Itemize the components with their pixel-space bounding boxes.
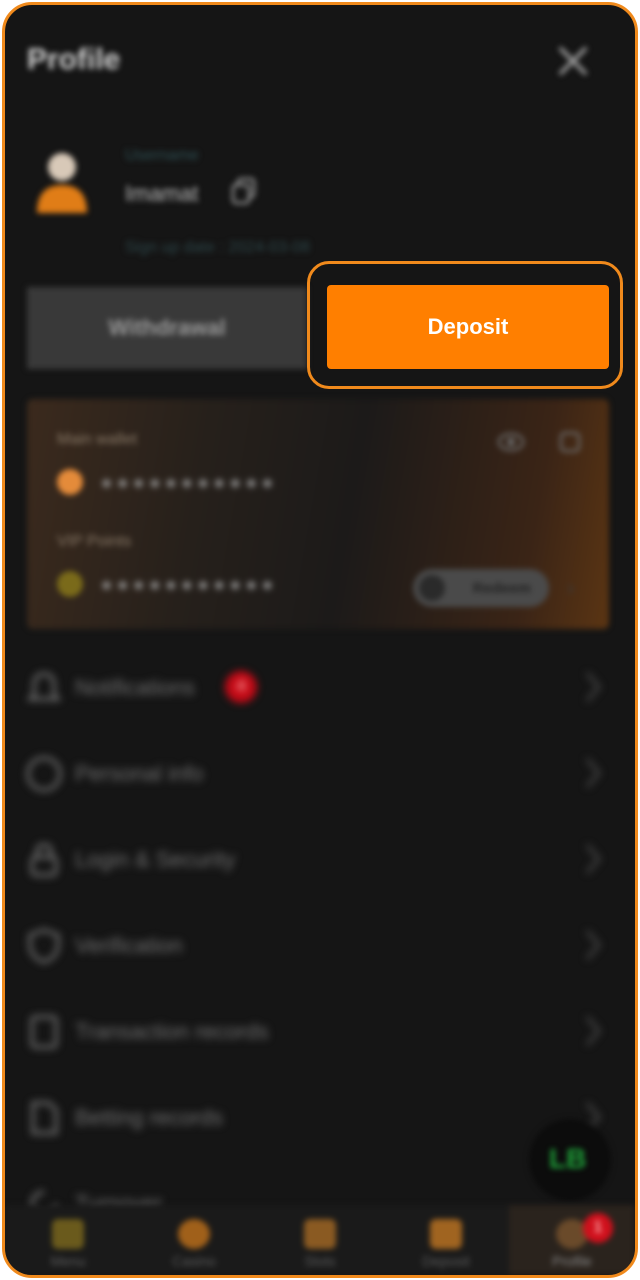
chevron-right-icon — [585, 672, 601, 702]
slots-icon — [304, 1219, 336, 1249]
notification-badge: 4 — [225, 671, 257, 703]
shield-icon — [28, 928, 60, 964]
tab-label: Casino — [172, 1253, 216, 1269]
vip-coin-icon — [57, 571, 83, 597]
tab-label: Slots — [304, 1253, 336, 1269]
document-icon — [31, 1101, 58, 1135]
coin-icon — [57, 469, 83, 495]
receipt-icon — [30, 1015, 58, 1049]
menu-item-transaction-records[interactable]: Transaction records — [5, 991, 635, 1077]
tab-casino[interactable]: Casino — [131, 1205, 257, 1275]
menu-item-notifications[interactable]: Notifications 4 — [5, 647, 635, 733]
bottom-tab-bar: Menu Casino Slots Deposit Profile 1 — [5, 1205, 635, 1275]
wallet-card: Main wallet ∗∗∗∗∗∗∗∗∗∗∗ VIP Points ∗∗∗∗∗… — [27, 399, 609, 629]
menu-item-verification[interactable]: Verification — [5, 905, 635, 991]
tab-label: Menu — [50, 1253, 86, 1269]
main-wallet-balance: ∗∗∗∗∗∗∗∗∗∗∗ — [99, 473, 276, 493]
float-button-label: LB — [549, 1143, 586, 1175]
tab-profile[interactable]: Profile 1 — [509, 1205, 635, 1275]
chevron-right-icon[interactable]: › — [567, 575, 574, 601]
chevron-right-icon — [585, 844, 601, 874]
close-icon[interactable] — [553, 41, 593, 81]
menu-item-label: Betting records — [75, 1105, 223, 1130]
tab-menu[interactable]: Menu — [5, 1205, 131, 1275]
tab-slots[interactable]: Slots — [257, 1205, 383, 1275]
withdrawal-button[interactable]: Withdrawal — [27, 287, 307, 369]
tab-label: Profile — [552, 1253, 592, 1269]
signup-date: Sign up date : 2024-03-08 — [125, 239, 311, 256]
chevron-right-icon — [585, 1016, 601, 1046]
page-title: Profile — [27, 43, 121, 76]
menu-item-label: Verification — [75, 933, 183, 958]
menu-item-label: Transaction records — [75, 1019, 269, 1044]
vip-points-balance: ∗∗∗∗∗∗∗∗∗∗∗ — [99, 575, 276, 595]
username-label: Username — [125, 147, 199, 164]
user-card-icon — [26, 756, 62, 792]
vip-points-label: VIP Points — [57, 533, 132, 550]
refresh-icon[interactable] — [557, 429, 583, 455]
casino-icon — [178, 1219, 210, 1249]
chevron-right-icon — [585, 758, 601, 788]
menu-icon — [52, 1219, 84, 1249]
deposit-button[interactable]: Deposit — [327, 285, 609, 369]
bell-icon — [26, 672, 62, 701]
menu-item-label: Login & Security — [75, 847, 236, 872]
main-wallet-label: Main wallet — [57, 431, 138, 448]
wallet-icon — [430, 1219, 462, 1249]
menu-item-login-security[interactable]: Login & Security — [5, 819, 635, 905]
redeem-label: Redeem — [472, 579, 531, 597]
profile-panel: Profile Username Imamat Sign up date : 2… — [2, 2, 638, 1278]
tab-label: Deposit — [422, 1253, 470, 1269]
profile-badge: 1 — [583, 1213, 613, 1243]
lock-icon — [30, 843, 58, 877]
menu-item-label: Personal info — [75, 761, 204, 786]
tab-deposit[interactable]: Deposit — [383, 1205, 509, 1275]
chevron-right-icon — [585, 930, 601, 960]
menu-item-label: Notifications — [75, 675, 195, 700]
redeem-button[interactable]: Redeem — [413, 569, 549, 607]
username-value: Imamat — [125, 181, 199, 206]
eye-icon[interactable] — [497, 431, 525, 453]
redeem-icon — [419, 575, 445, 601]
copy-icon[interactable] — [231, 177, 257, 205]
float-button-text: LB — [549, 1143, 587, 1174]
avatar[interactable] — [29, 143, 95, 217]
menu-item-personal-info[interactable]: Personal info — [5, 733, 635, 819]
